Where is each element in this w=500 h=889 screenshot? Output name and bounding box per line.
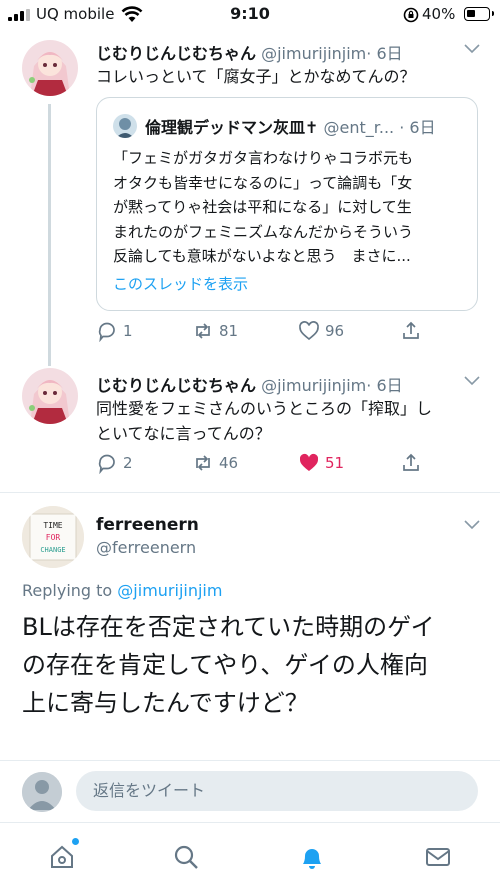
like-button[interactable]: 96: [298, 320, 344, 342]
chevron-down-icon[interactable]: [464, 376, 480, 386]
like-button[interactable]: 51: [298, 452, 344, 474]
retweet-count: 81: [219, 322, 239, 340]
heart-filled-icon: [299, 453, 319, 471]
share-button[interactable]: [400, 320, 422, 342]
battery-icon: [464, 7, 494, 21]
retweet-button[interactable]: 81: [192, 320, 238, 342]
status-bar: UQ mobile 9:10 40%: [0, 0, 500, 30]
tweet-header: じむりじんじむちゃん @jimurijinjim· 6日: [96, 372, 403, 396]
avatar-sign-line: FOR: [46, 533, 61, 542]
tweet-line: の存在を肯定してやり、ゲイの人権向: [22, 651, 428, 679]
quoted-line: オタクも皆幸せになるのに」って論調も「女: [113, 173, 413, 192]
orientation-lock-icon: [403, 7, 419, 23]
replying-prefix: Replying to: [22, 581, 118, 600]
quoted-line: が黙ってりゃ社会は平和になる」に対して生: [113, 198, 412, 216]
quoted-tweet-card[interactable]: 倫理観デッドマン灰皿✝ @ent_r... · 6日 「フェミがガタガタ言わなけ…: [96, 97, 478, 311]
share-icon: [403, 321, 419, 339]
quoted-author-name: 倫理観デッドマン灰皿✝: [145, 118, 319, 137]
divider: [0, 492, 500, 493]
quoted-time: · 6日: [399, 118, 436, 137]
retweet-icon: [196, 323, 210, 339]
quoted-text: 「フェミがガタガタ言わなけりゃコラボ元も オタクも皆幸せになるのに」って論調も「…: [113, 146, 465, 269]
user-avatar[interactable]: [22, 772, 62, 812]
heart-icon: [299, 321, 319, 341]
like-count: 96: [325, 322, 345, 340]
thread-line: [48, 104, 51, 366]
reply-icon: [98, 454, 115, 474]
home-icon[interactable]: [48, 843, 76, 871]
tab-bar: [0, 822, 500, 889]
tweet-time: · 6日: [366, 44, 403, 63]
avatar[interactable]: [22, 40, 78, 96]
notifications-icon[interactable]: [298, 843, 326, 871]
tweet-actions: 1 81 96: [96, 320, 480, 344]
show-thread-link[interactable]: このスレッドを表示: [113, 273, 248, 294]
reply-button[interactable]: 1: [96, 320, 133, 342]
avatar[interactable]: [22, 368, 78, 424]
avatar[interactable]: TIME FOR CHANGE: [22, 506, 84, 568]
chevron-down-icon[interactable]: [464, 520, 480, 530]
reply-composer: 返信をツイート: [0, 760, 500, 820]
share-button[interactable]: [400, 452, 422, 474]
avatar-sign-line: CHANGE: [40, 546, 65, 554]
quoted-line: 反論しても意味がないよなと思う まさに...: [113, 247, 411, 265]
search-icon[interactable]: [172, 843, 200, 871]
like-count: 51: [325, 454, 345, 472]
tweet-text: コレいっといて「腐女子」とかなめてんの？: [96, 67, 416, 86]
tweet-line: といてなに言ってんの？: [96, 424, 271, 443]
reply-button[interactable]: 2: [96, 452, 133, 474]
share-icon: [403, 453, 419, 471]
reply-count: 1: [123, 322, 133, 340]
avatar-sign-line: TIME: [43, 521, 62, 530]
tweet-line: 上に寄与したんですけど？: [22, 689, 309, 717]
replying-to: Replying to @jimurijinjim: [22, 581, 222, 600]
author-name[interactable]: じむりじんじむちゃん: [96, 376, 256, 395]
retweet-count: 46: [219, 454, 239, 472]
tweet-actions: 2 46 51: [96, 452, 480, 476]
focused-tweet-text: BLは存在を否定されていた時期のゲイ の存在を肯定してやり、ゲイの人権向 上に寄…: [22, 608, 482, 722]
tweet-line: BLは存在を否定されていた時期のゲイ: [22, 613, 435, 641]
quoted-author-handle: @ent_r...: [323, 118, 395, 137]
retweet-icon: [196, 455, 210, 471]
author-handle[interactable]: @jimurijinjim: [261, 44, 366, 63]
battery-percent: 40%: [422, 5, 456, 23]
author-handle[interactable]: @jimurijinjim: [261, 376, 366, 395]
new-activity-dot: [72, 838, 79, 845]
tweet-line: 同性愛をフェミさんのいうところの「搾取」し: [96, 399, 433, 418]
tweet-header: じむりじんじむちゃん @jimurijinjim· 6日: [96, 40, 403, 64]
retweet-button[interactable]: 46: [192, 452, 238, 474]
replying-to-handle[interactable]: @jimurijinjim: [117, 581, 222, 600]
reply-count: 2: [123, 454, 133, 472]
messages-icon[interactable]: [424, 843, 452, 871]
reply-input[interactable]: 返信をツイート: [76, 771, 478, 811]
quoted-line: 「フェミがガタガタ言わなけりゃコラボ元も: [113, 149, 414, 167]
tweet-time: · 6日: [366, 376, 403, 395]
author-name[interactable]: じむりじんじむちゃん: [96, 44, 256, 63]
chevron-down-icon[interactable]: [464, 44, 480, 54]
quoted-header: 倫理観デッドマン灰皿✝ @ent_r... · 6日: [145, 114, 436, 138]
author-name[interactable]: ferreenern: [96, 515, 199, 535]
quoted-line: まれたのがフェミニズムなんだからそういう: [113, 222, 414, 241]
reply-icon: [98, 322, 115, 342]
tweet-text: 同性愛をフェミさんのいうところの「搾取」し といてなに言ってんの？: [96, 396, 432, 446]
quoted-avatar: [113, 114, 137, 138]
author-handle[interactable]: @ferreenern: [96, 538, 196, 557]
